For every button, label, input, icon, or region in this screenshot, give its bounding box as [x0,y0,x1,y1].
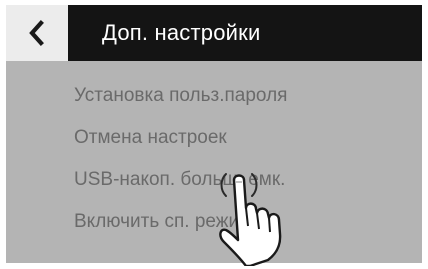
device-screen: Доп. настройки Установка польз.пароля От… [6,5,422,263]
header: Доп. настройки [6,5,422,61]
back-button[interactable] [6,5,68,61]
title-bar: Доп. настройки [68,5,422,61]
chevron-left-icon [29,20,44,46]
menu-item-user-password[interactable]: Установка польз.пароля [6,75,422,117]
menu-item-sleep-mode[interactable]: Включить сп. режим [6,201,422,243]
page-title: Доп. настройки [102,20,261,45]
settings-menu: Установка польз.пароля Отмена настроек U… [6,61,422,243]
menu-item-reset-settings[interactable]: Отмена настроек [6,117,422,159]
menu-item-usb-mass-storage[interactable]: USB-накоп. больш. емк. [6,159,422,201]
